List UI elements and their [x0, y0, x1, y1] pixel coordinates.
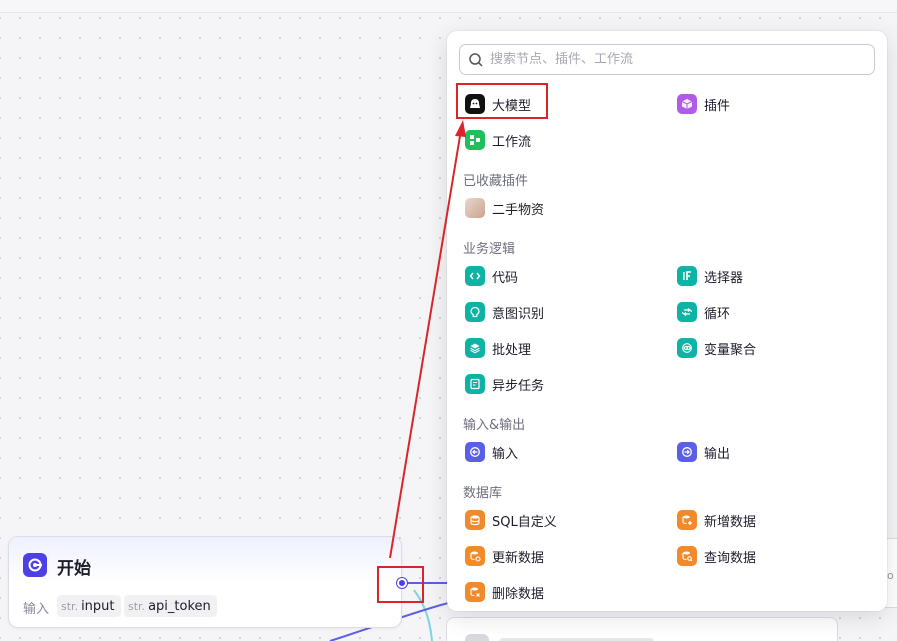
background-node[interactable]	[446, 617, 838, 641]
item-selector[interactable]: 选择器	[677, 263, 743, 289]
start-node-title: 开始	[57, 559, 91, 579]
param-input: str. input	[57, 595, 121, 617]
section-favorite-plugins: 已收藏插件	[463, 174, 529, 189]
section-database: 数据库	[463, 486, 503, 501]
item-label: 循环	[704, 306, 731, 322]
loop-icon	[677, 302, 697, 322]
db-update-icon	[465, 546, 485, 566]
item-label: 更新数据	[492, 550, 545, 566]
input-label: 输入	[23, 602, 50, 617]
code-icon	[465, 266, 485, 286]
node-icon	[465, 634, 489, 641]
item-workflow[interactable]: 工作流	[465, 127, 531, 153]
param-api-token: str. api_token	[124, 595, 217, 617]
item-label: 输出	[704, 446, 731, 462]
item-sql[interactable]: SQL自定义	[465, 507, 557, 533]
async-task-icon	[465, 374, 485, 394]
item-plugin[interactable]: 插件	[677, 91, 730, 117]
param-name: api_token	[148, 598, 211, 614]
annotation-box-llm	[456, 83, 548, 119]
item-label: SQL自定义	[492, 514, 557, 530]
item-label: 新增数据	[704, 514, 757, 530]
item-loop[interactable]: 循环	[677, 299, 730, 325]
item-label: 工作流	[492, 134, 532, 150]
param-type: str.	[61, 599, 79, 613]
avatar-icon	[465, 198, 485, 218]
search-input[interactable]	[490, 48, 860, 71]
item-async-task[interactable]: 异步任务	[465, 371, 544, 397]
item-intent[interactable]: 意图识别	[465, 299, 544, 325]
db-query-icon	[677, 546, 697, 566]
item-code[interactable]: 代码	[465, 263, 518, 289]
db-delete-icon	[465, 582, 485, 602]
item-label: 查询数据	[704, 550, 757, 566]
section-io: 输入&输出	[463, 418, 526, 433]
item-label: 代码	[492, 270, 519, 286]
item-output[interactable]: 输出	[677, 439, 730, 465]
item-label: 插件	[704, 98, 731, 114]
item-input[interactable]: 输入	[465, 439, 518, 465]
item-favorite-plugin[interactable]: 二手物资	[465, 195, 544, 221]
if-icon	[677, 266, 697, 286]
search-box[interactable]	[459, 44, 875, 75]
intent-icon	[465, 302, 485, 322]
batch-icon	[465, 338, 485, 358]
item-label: 二手物资	[492, 202, 545, 218]
item-db-delete[interactable]: 删除数据	[465, 579, 544, 605]
item-db-query[interactable]: 查询数据	[677, 543, 756, 569]
item-variable-merge[interactable]: 变量聚合	[677, 335, 756, 361]
workflow-icon	[465, 130, 485, 150]
node-edge-glyph: o	[887, 569, 894, 582]
input-icon	[465, 442, 485, 462]
item-db-add[interactable]: 新增数据	[677, 507, 756, 533]
plugin-cube-icon	[677, 94, 697, 114]
item-label: 异步任务	[492, 378, 545, 394]
output-icon	[677, 442, 697, 462]
search-icon	[469, 53, 483, 67]
param-type: str.	[128, 599, 146, 613]
item-label: 选择器	[704, 270, 744, 286]
variable-merge-icon	[677, 338, 697, 358]
item-label: 删除数据	[492, 586, 545, 602]
start-node[interactable]: 开始 输入 str. input str. api_token	[8, 536, 402, 628]
start-icon	[23, 553, 47, 577]
item-label: 变量聚合	[704, 342, 757, 358]
db-add-icon	[677, 510, 697, 530]
section-business-logic: 业务逻辑	[463, 242, 516, 257]
param-name: input	[81, 598, 115, 614]
item-batch[interactable]: 批处理	[465, 335, 531, 361]
item-label: 输入	[492, 446, 519, 462]
annotation-box-port	[377, 566, 424, 603]
item-db-update[interactable]: 更新数据	[465, 543, 544, 569]
item-label: 批处理	[492, 342, 532, 358]
sql-icon	[465, 510, 485, 530]
item-label: 意图识别	[492, 306, 545, 322]
